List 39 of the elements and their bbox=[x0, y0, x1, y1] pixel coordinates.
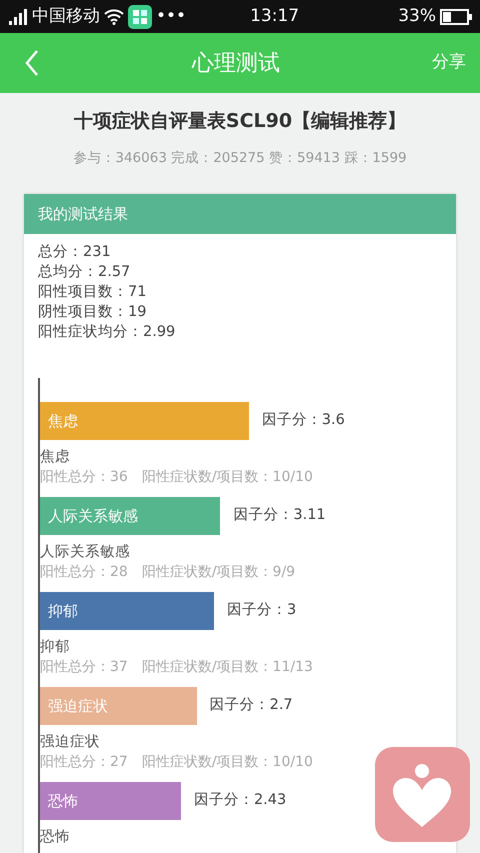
factor-label: 恐怖 bbox=[40, 828, 71, 847]
battery-percent: 33% bbox=[398, 4, 436, 28]
share-button[interactable]: 分享 bbox=[432, 50, 466, 76]
factor-score: 因子分：3.11 bbox=[233, 506, 326, 525]
factor-bar: 抑郁 bbox=[40, 592, 214, 630]
factor-score: 因子分：2.43 bbox=[194, 790, 286, 810]
battery-icon bbox=[440, 8, 472, 24]
card-heading: 我的测试结果 bbox=[24, 194, 456, 234]
factor-score: 因子分：3.6 bbox=[262, 410, 345, 430]
factor-detail: 阳性总分：37 阳性症状数/项目数：11/13 bbox=[40, 658, 314, 677]
back-button[interactable] bbox=[24, 49, 40, 77]
carrier-name: 中国移动 bbox=[32, 4, 100, 28]
factor-bar: 人际关系敏感 bbox=[40, 496, 220, 535]
factor-label: 焦虑 bbox=[40, 448, 71, 467]
test-stats: 参与：346063 完成：205275 赞：59413 踩：1599 bbox=[72, 148, 408, 168]
test-title: 十项症状自评量表SCL90【编辑推荐】 bbox=[72, 109, 408, 134]
factor-detail: 阳性总分：28 阳性症状数/项目数：9/9 bbox=[40, 562, 296, 582]
factor-detail: 阳性总分：36 阳性症状数/项目数：10/10 bbox=[40, 468, 314, 487]
wifi-icon bbox=[104, 8, 124, 24]
summary-line: 阴性项目数：19 bbox=[38, 302, 148, 322]
summary-line: 总分：231 bbox=[38, 242, 112, 262]
app-notification-icon bbox=[128, 4, 152, 28]
factor-label: 抑郁 bbox=[40, 638, 71, 657]
summary-line: 总均分：2.57 bbox=[38, 262, 132, 282]
page-title: 心理测试 bbox=[190, 50, 281, 78]
factor-label: 强迫症状 bbox=[40, 732, 101, 752]
more-notifications: ••• bbox=[156, 4, 186, 28]
factor-detail: 阳性总分：27 阳性症状数/项目数：10/10 bbox=[40, 752, 314, 772]
factor-score: 因子分：3 bbox=[227, 600, 296, 620]
factor-bar: 强迫症状 bbox=[40, 686, 197, 725]
factor-bar: 恐怖 bbox=[40, 782, 181, 820]
factor-bar: 焦虑 bbox=[40, 402, 249, 440]
summary-line: 阳性项目数：71 bbox=[38, 282, 148, 302]
clock-time: 13:17 bbox=[249, 4, 300, 28]
summary-line: 阳性症状均分：2.99 bbox=[38, 322, 176, 342]
factor-score: 因子分：2.7 bbox=[210, 696, 293, 715]
heart-app-icon[interactable] bbox=[375, 747, 470, 842]
signal-icon bbox=[8, 8, 28, 24]
factor-label: 人际关系敏感 bbox=[40, 542, 131, 562]
